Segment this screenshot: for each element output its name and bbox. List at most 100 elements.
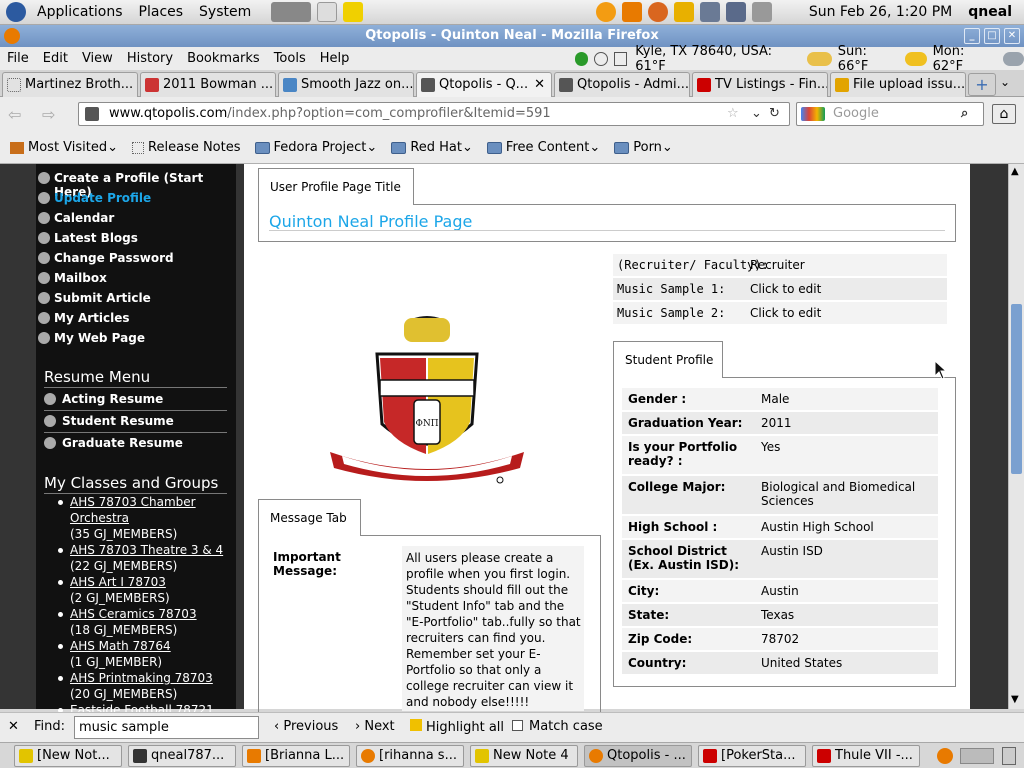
music-sample-1-edit[interactable]: Click to edit [750,282,821,296]
tab-user-profile-title[interactable]: User Profile Page Title [258,168,414,205]
search-icon[interactable]: ⌕ [961,103,968,125]
highlight-all-button[interactable]: Highlight all [410,719,504,735]
google-engine-icon[interactable] [801,107,825,121]
maximize-button[interactable]: □ [984,28,1000,44]
search-bar[interactable]: Google ⌕ [796,102,984,126]
status-green-icon[interactable] [574,51,589,66]
applications-menu[interactable]: Applications [29,0,131,25]
weather-mon[interactable]: Mon: 62°F [933,44,997,74]
user-menu[interactable]: qneal [960,0,1020,25]
class-link[interactable]: AHS Art I 78703 [70,575,166,589]
tab-close-icon[interactable]: ✕ [534,73,545,96]
close-find-icon[interactable]: ✕ [8,719,19,734]
bookmark-free-content[interactable]: Free Content ⌄ [483,140,604,155]
network-icon[interactable] [725,2,746,22]
weather-applet-icon[interactable] [595,2,616,22]
find-input[interactable] [74,716,259,739]
match-case-checkbox[interactable]: Match case [512,719,603,734]
fedora-icon[interactable] [6,2,26,22]
sidebar-item-latest-blogs[interactable]: Latest Blogs [38,231,138,245]
scroll-thumb[interactable] [1011,304,1022,474]
weather-location[interactable]: Kyle, TX 78640, USA: 61°F [635,44,801,74]
menu-history[interactable]: History [120,51,180,66]
weather-sun[interactable]: Sun: 66°F [838,44,900,74]
bookmark-most-visited[interactable]: Most Visited ⌄ [6,140,122,155]
scroll-down-icon[interactable]: ▼ [1011,694,1019,705]
menu-view[interactable]: View [75,51,120,66]
find-next-button[interactable]: › Next [355,719,395,734]
sidebar-item-graduate-resume[interactable]: Graduate Resume [44,436,183,450]
trash-icon[interactable] [1002,747,1016,765]
bookmark-red-hat[interactable]: Red Hat ⌄ [387,140,477,155]
sidebar-item-my-articles[interactable]: My Articles [38,311,130,325]
sidebar-item-my-web-page[interactable]: My Web Page [38,331,145,345]
taskbar-item[interactable]: Thule VII -... [812,745,920,767]
url-bar[interactable]: www.qtopolis.com/index.php?option=com_co… [78,102,790,126]
tab-list-icon[interactable]: ⌄ [1000,75,1010,89]
vlc-tray-icon[interactable] [621,2,642,22]
clock[interactable]: Sun Feb 26, 1:20 PM [801,0,960,25]
clock-icon[interactable] [594,51,608,66]
tab-tv-listings[interactable]: TV Listings - Fin... [692,72,828,97]
tab-smooth-jazz[interactable]: Smooth Jazz on... [278,72,414,97]
calendar-icon[interactable] [613,51,628,66]
vertical-scrollbar[interactable]: ▲ ▼ [1008,164,1024,709]
tab-qtopolis-profile[interactable]: Qtopolis - Q... ✕ [416,72,552,98]
class-link[interactable]: AHS Printmaking 78703 [70,671,213,685]
taskbar-item-active[interactable]: Qtopolis - ... [584,745,692,767]
tab-message[interactable]: Message Tab [258,499,361,536]
warning-tray-icon[interactable] [673,2,694,22]
bookmark-release-notes[interactable]: Release Notes [128,140,244,155]
menu-tools[interactable]: Tools [267,51,313,66]
bookmark-fedora-project[interactable]: Fedora Project ⌄ [251,140,382,155]
bookmark-star-icon[interactable]: ☆ [727,103,739,125]
bookmark-porn[interactable]: Porn ⌄ [610,140,677,155]
menu-file[interactable]: File [0,51,36,66]
scroll-up-icon[interactable]: ▲ [1011,166,1019,177]
class-link[interactable]: AHS Math 78764 [70,639,171,653]
forward-icon[interactable]: ⇨ [42,105,55,124]
taskbar-item[interactable]: [rihanna s... [356,745,464,767]
tab-martinez[interactable]: Martinez Broth... [2,72,138,97]
taskbar-item[interactable]: qneal787... [128,745,236,767]
taskbar-item[interactable]: [PokerSta... [698,745,806,767]
reload-icon[interactable]: ↻ [769,103,780,125]
class-link[interactable]: AHS 78703 Chamber Orchestra [70,495,196,525]
site-identity-icon[interactable] [85,107,99,121]
sidebar-item-update-profile[interactable]: Update Profile [38,191,151,205]
sidebar-item-submit-article[interactable]: Submit Article [38,291,151,305]
close-button[interactable]: ✕ [1004,28,1020,44]
update-tray-icon[interactable] [647,2,668,22]
sidebar-item-student-resume[interactable]: Student Resume [44,414,174,428]
firefox-tray-icon[interactable] [937,748,953,764]
taskbar-item[interactable]: [Brianna L... [242,745,350,767]
taskbar-item[interactable]: New Note 4 [470,745,578,767]
menu-help[interactable]: Help [313,51,357,66]
back-icon[interactable]: ⇦ [8,105,21,124]
find-previous-button[interactable]: ‹ Previous [274,719,338,734]
menu-edit[interactable]: Edit [36,51,75,66]
tab-bowman[interactable]: 2011 Bowman ... [140,72,276,97]
system-menu[interactable]: System [191,0,259,25]
tab-qtopolis-admin[interactable]: Qtopolis - Admi... [554,72,690,97]
sidebar-item-change-password[interactable]: Change Password [38,251,174,265]
new-tab-button[interactable]: + [968,73,996,96]
places-menu[interactable]: Places [131,0,192,25]
notes-launcher-icon[interactable] [343,2,364,22]
taskbar-item[interactable]: [New Not... [14,745,122,767]
tab-file-upload[interactable]: File upload issu... [830,72,966,97]
menu-bookmarks[interactable]: Bookmarks [180,51,267,66]
url-dropdown-icon[interactable]: ⌄ [751,103,762,125]
sidebar-item-acting-resume[interactable]: Acting Resume [44,392,163,406]
workspace-switcher[interactable] [960,748,994,764]
minimize-button[interactable]: _ [964,28,980,44]
sidebar-item-mailbox[interactable]: Mailbox [38,271,107,285]
mail-launcher-icon[interactable] [317,2,338,22]
class-link[interactable]: AHS Ceramics 78703 [70,607,197,621]
volume-icon[interactable] [699,2,720,22]
tab-student-profile[interactable]: Student Profile [613,341,723,378]
music-sample-2-edit[interactable]: Click to edit [750,306,821,320]
launcher-icon[interactable] [271,2,312,22]
home-icon[interactable]: ⌂ [992,104,1016,124]
class-link[interactable]: AHS 78703 Theatre 3 & 4 [70,543,223,557]
